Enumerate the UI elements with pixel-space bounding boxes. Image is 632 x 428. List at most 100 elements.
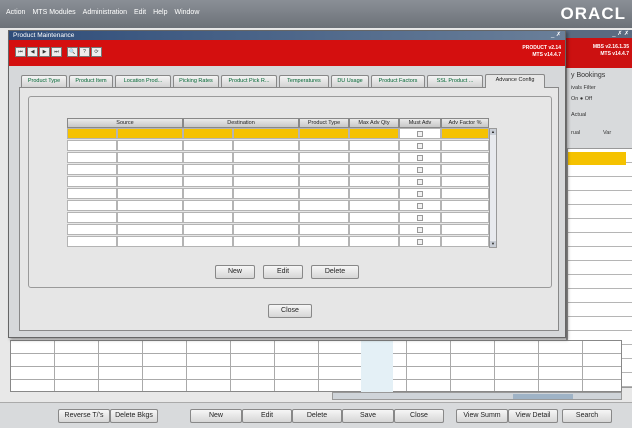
grid-cell[interactable] [233, 128, 299, 139]
grid-cell[interactable] [299, 128, 349, 139]
grid-cell[interactable] [233, 140, 299, 151]
grid-cell[interactable] [233, 176, 299, 187]
table-row[interactable] [67, 128, 497, 140]
help-icon[interactable]: ? [79, 47, 90, 57]
grid-cell[interactable] [117, 164, 183, 175]
grid-cell[interactable] [233, 152, 299, 163]
menu-item-administration[interactable]: Administration [83, 9, 127, 16]
grid-cell[interactable] [67, 164, 117, 175]
must-adv-checkbox[interactable] [417, 191, 423, 197]
grid-cell[interactable] [349, 188, 399, 199]
grid-cell[interactable] [67, 224, 117, 235]
close-button[interactable]: Close [394, 409, 444, 423]
new-button[interactable]: New [190, 409, 242, 423]
advance-config-grid[interactable]: Source Destination Product Type Max Adv … [67, 118, 497, 254]
table-row[interactable] [67, 200, 497, 212]
grid-cell[interactable] [299, 188, 349, 199]
grid-cell[interactable] [183, 224, 233, 235]
must-adv-cell[interactable] [399, 200, 441, 211]
grid-cell[interactable] [441, 152, 489, 163]
tab-du-usage[interactable]: DU Usage [331, 75, 369, 87]
must-adv-cell[interactable] [399, 152, 441, 163]
grid-cell[interactable] [299, 176, 349, 187]
must-adv-checkbox[interactable] [417, 179, 423, 185]
scroll-thumb[interactable] [513, 394, 573, 399]
grid-cell[interactable] [233, 200, 299, 211]
background-data-grid[interactable] [10, 340, 622, 393]
grid-cell[interactable] [67, 200, 117, 211]
grid-cell[interactable] [299, 164, 349, 175]
grid-cell[interactable] [117, 236, 183, 247]
grid-cell[interactable] [117, 128, 183, 139]
grid-cell[interactable] [183, 164, 233, 175]
table-row[interactable] [67, 152, 497, 164]
grid-cell[interactable] [441, 212, 489, 223]
tab-product-item[interactable]: Product Item [69, 75, 113, 87]
grid-cell[interactable] [183, 236, 233, 247]
grid-cell[interactable] [67, 188, 117, 199]
table-row[interactable] [67, 224, 497, 236]
grid-cell[interactable] [441, 236, 489, 247]
must-adv-cell[interactable] [399, 224, 441, 235]
tab-picking-rates[interactable]: Picking Rates [173, 75, 219, 87]
grid-cell[interactable] [117, 224, 183, 235]
view-detail-button[interactable]: View Detail [508, 409, 558, 423]
on-radio-label[interactable]: On [571, 96, 578, 102]
next-record-icon[interactable]: ▶ [39, 47, 50, 57]
grid-cell[interactable] [349, 200, 399, 211]
previous-record-icon[interactable]: ◀ [27, 47, 38, 57]
grid-cell[interactable] [67, 176, 117, 187]
grid-cell[interactable] [349, 128, 399, 139]
grid-cell[interactable] [299, 212, 349, 223]
edit-button[interactable]: Edit [242, 409, 292, 423]
must-adv-cell[interactable] [399, 188, 441, 199]
grid-cell[interactable] [67, 140, 117, 151]
grid-cell[interactable] [441, 188, 489, 199]
table-row[interactable] [67, 188, 497, 200]
grid-cell[interactable] [349, 236, 399, 247]
must-adv-checkbox[interactable] [417, 131, 423, 137]
search-icon[interactable]: 🔍 [67, 47, 78, 57]
last-record-icon[interactable]: ⏭ [51, 47, 62, 57]
must-adv-checkbox[interactable] [417, 227, 423, 233]
tab-location-prod[interactable]: Location Prod... [115, 75, 171, 87]
must-adv-checkbox[interactable] [417, 167, 423, 173]
selected-row[interactable] [568, 152, 626, 165]
grid-cell[interactable] [349, 140, 399, 151]
grid-cell[interactable] [299, 224, 349, 235]
must-adv-cell[interactable] [399, 176, 441, 187]
tab-advance-config[interactable]: Advance Config [485, 74, 545, 88]
grid-cell[interactable] [441, 200, 489, 211]
table-row[interactable] [67, 140, 497, 152]
grid-cell[interactable] [117, 212, 183, 223]
grid-cell[interactable] [299, 140, 349, 151]
filter-radio-group[interactable]: On ● Off [571, 96, 592, 102]
grid-cell[interactable] [299, 200, 349, 211]
grid-cell[interactable] [349, 212, 399, 223]
grid-cell[interactable] [183, 128, 233, 139]
grid-cell[interactable] [441, 140, 489, 151]
table-row[interactable] [67, 236, 497, 248]
must-adv-cell[interactable] [399, 236, 441, 247]
must-adv-cell[interactable] [399, 128, 441, 139]
grid-cell[interactable] [117, 152, 183, 163]
grid-cell[interactable] [233, 236, 299, 247]
grid-cell[interactable] [183, 152, 233, 163]
grid-cell[interactable] [441, 176, 489, 187]
grid-cell[interactable] [299, 236, 349, 247]
grid-cell[interactable] [67, 212, 117, 223]
must-adv-cell[interactable] [399, 140, 441, 151]
grid-cell[interactable] [349, 176, 399, 187]
grid-cell[interactable] [441, 128, 489, 139]
view-summary-button[interactable]: View Summ [456, 409, 508, 423]
table-row[interactable] [67, 164, 497, 176]
menu-item-action[interactable]: Action [6, 9, 25, 16]
tab-temperatures[interactable]: Temperatures [279, 75, 329, 87]
reverse-tjs-button[interactable]: Reverse T/'s [58, 409, 110, 423]
grid-cell[interactable] [299, 152, 349, 163]
grid-cell[interactable] [117, 176, 183, 187]
must-adv-checkbox[interactable] [417, 203, 423, 209]
grid-cell[interactable] [441, 164, 489, 175]
first-record-icon[interactable]: ⏮ [15, 47, 26, 57]
grid-cell[interactable] [233, 188, 299, 199]
